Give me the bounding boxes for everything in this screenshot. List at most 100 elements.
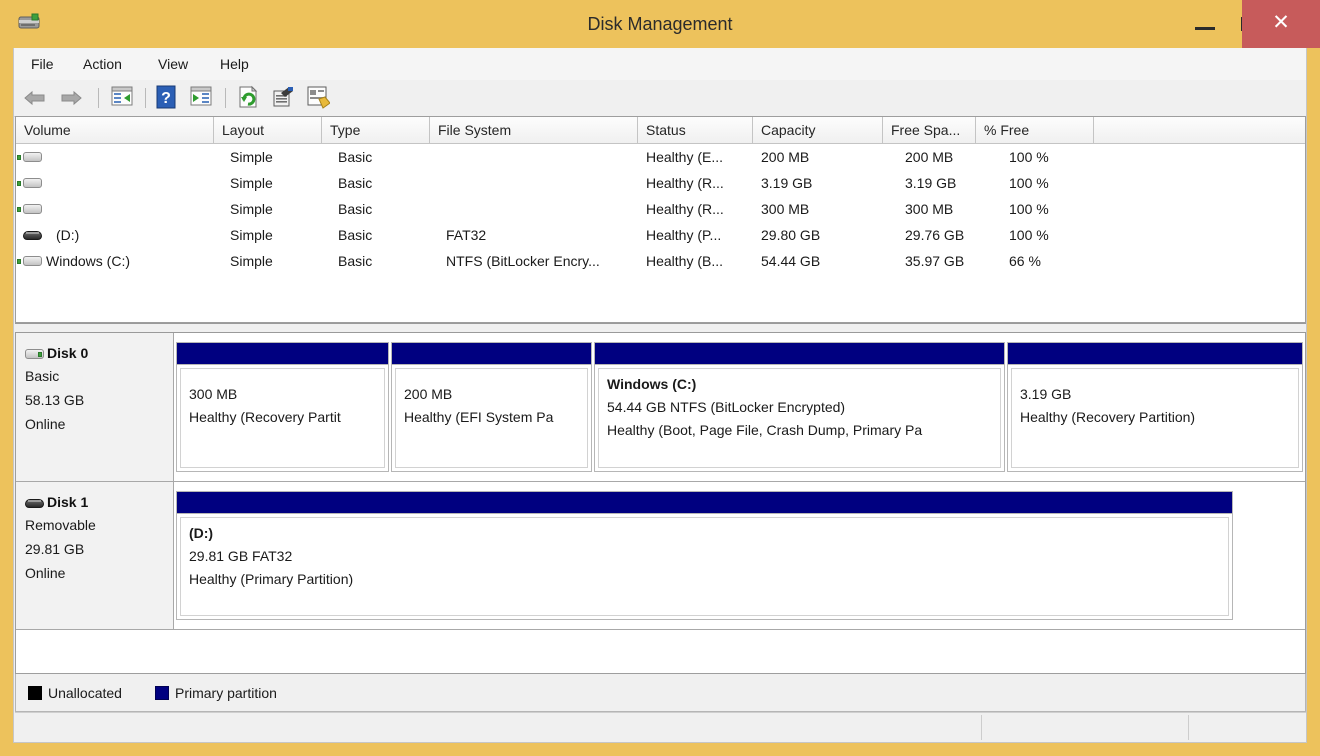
disk-0-row[interactable]: Disk 0 Basic 58.13 GB Online 300 MB Heal… <box>16 333 1305 482</box>
legend-primary-label: Primary partition <box>175 685 277 701</box>
refresh-button[interactable] <box>236 85 264 111</box>
partition-label: Windows (C:) <box>607 376 697 392</box>
partition-recovery-300mb[interactable]: 300 MB Healthy (Recovery Partit <box>176 342 389 472</box>
cell-percent-free: 100 % <box>1009 201 1049 217</box>
hard-disk-volume-icon <box>17 254 42 268</box>
back-button[interactable] <box>21 85 49 111</box>
partition-detail: Windows (C:) 54.44 GB NTFS (BitLocker En… <box>598 368 1001 468</box>
toolbar: ? <box>14 80 1306 117</box>
cell-status: Healthy (R... <box>646 175 724 191</box>
toolbar-separator <box>98 88 99 108</box>
disk-0-size: 58.13 GB <box>25 392 85 408</box>
column-status[interactable]: Status <box>638 117 753 144</box>
cell-percent-free: 100 % <box>1009 227 1049 243</box>
cell-layout: Simple <box>230 201 273 217</box>
disk-0-info[interactable]: Disk 0 Basic 58.13 GB Online <box>16 333 174 481</box>
menu-action[interactable]: Action <box>74 48 131 80</box>
column-percent-free[interactable]: % Free <box>976 117 1094 144</box>
cell-volume <box>48 196 214 222</box>
properties-icon <box>273 87 293 107</box>
partition-recovery-3gb[interactable]: 3.19 GB Healthy (Recovery Partition) <box>1007 342 1303 472</box>
legend-unallocated-swatch <box>28 686 42 700</box>
table-row[interactable]: Simple Basic Healthy (R... 300 MB 300 MB… <box>16 196 1305 222</box>
column-file-system[interactable]: File System <box>430 117 638 144</box>
help-icon: ? <box>156 85 176 109</box>
disk-0-partitions: 300 MB Healthy (Recovery Partit 200 MB H… <box>174 333 1305 481</box>
table-row[interactable]: Windows (C:) Simple Basic NTFS (BitLocke… <box>16 248 1305 274</box>
column-layout[interactable]: Layout <box>214 117 322 144</box>
hard-disk-volume-icon <box>17 202 42 216</box>
table-row[interactable]: Simple Basic Healthy (R... 3.19 GB 3.19 … <box>16 170 1305 196</box>
cell-type: Basic <box>338 201 373 217</box>
show-action-pane-button[interactable] <box>189 85 217 111</box>
back-arrow-icon <box>24 90 45 106</box>
column-filler[interactable] <box>1094 117 1305 144</box>
disk-1-row[interactable]: Disk 1 Removable 29.81 GB Online (D:) 29… <box>16 482 1305 630</box>
client-area: File Action View Help ? Volume Layout Ty… <box>13 48 1307 743</box>
cell-status: Healthy (P... <box>646 227 722 243</box>
cell-percent-free: 66 % <box>1009 253 1041 269</box>
cell-file-system <box>446 144 638 170</box>
disk-1-info[interactable]: Disk 1 Removable 29.81 GB Online <box>16 482 174 629</box>
cell-status: Healthy (B... <box>646 253 724 269</box>
cell-type: Basic <box>338 253 373 269</box>
removable-drive-icon <box>25 495 44 513</box>
partition-windows-c[interactable]: Windows (C:) 54.44 GB NTFS (BitLocker En… <box>594 342 1005 472</box>
minimize-button[interactable] <box>1182 0 1228 48</box>
partition-color-bar <box>1008 343 1302 365</box>
cell-status: Healthy (R... <box>646 201 724 217</box>
column-volume[interactable]: Volume <box>16 117 214 144</box>
cell-capacity: 29.80 GB <box>761 227 821 243</box>
cell-percent-free: 100 % <box>1009 149 1049 165</box>
partition-d-fat32[interactable]: (D:) 29.81 GB FAT32 Healthy (Primary Par… <box>176 491 1233 620</box>
help-button[interactable]: ? <box>155 85 183 111</box>
legend-primary-partition: Primary partition <box>155 683 277 703</box>
pane-splitter[interactable] <box>15 323 1306 333</box>
menu-view[interactable]: View <box>149 48 197 80</box>
partition-efi-200mb[interactable]: 200 MB Healthy (EFI System Pa <box>391 342 592 472</box>
cell-file-system <box>446 196 638 222</box>
cell-percent-free: 100 % <box>1009 175 1049 191</box>
cell-volume <box>48 170 214 196</box>
title-bar: Disk Management ✕ <box>0 0 1320 48</box>
status-segment-2 <box>981 715 1188 740</box>
partition-detail: 3.19 GB Healthy (Recovery Partition) <box>1011 368 1299 468</box>
forward-button[interactable] <box>57 85 85 111</box>
rescan-disks-button[interactable] <box>306 85 334 111</box>
toolbar-separator-2 <box>145 88 146 108</box>
hard-disk-volume-icon <box>17 150 42 164</box>
close-button[interactable]: ✕ <box>1242 0 1320 48</box>
table-row[interactable]: Simple Basic Healthy (E... 200 MB 200 MB… <box>16 144 1305 170</box>
hard-disk-icon <box>25 346 44 364</box>
menu-bar: File Action View Help <box>14 48 1306 81</box>
partition-size: 300 MB <box>189 386 238 402</box>
cell-free-space: 200 MB <box>905 149 954 165</box>
cell-volume <box>48 144 214 170</box>
cell-file-system: FAT32 <box>446 227 487 243</box>
partition-status: Healthy (Boot, Page File, Crash Dump, Pr… <box>607 422 923 438</box>
partition-color-bar <box>392 343 591 365</box>
show-hide-tree-icon <box>111 86 133 106</box>
table-row[interactable]: (D:) Simple Basic FAT32 Healthy (P... 29… <box>16 222 1305 248</box>
removable-drive-icon <box>23 228 42 242</box>
partition-size: 29.81 GB FAT32 <box>189 548 293 564</box>
cell-type: Basic <box>338 149 373 165</box>
menu-help[interactable]: Help <box>211 48 258 80</box>
disk-0-title-line: Disk 0 <box>25 344 173 364</box>
properties-button[interactable] <box>271 85 299 111</box>
cell-capacity: 3.19 GB <box>761 175 813 191</box>
show-hide-tree-button[interactable] <box>110 85 138 111</box>
column-capacity[interactable]: Capacity <box>753 117 883 144</box>
column-free-space[interactable]: Free Spa... <box>883 117 976 144</box>
column-type[interactable]: Type <box>322 117 430 144</box>
volume-list-header: Volume Layout Type File System Status Ca… <box>16 117 1305 144</box>
refresh-icon <box>239 85 258 108</box>
disk-graphical-view[interactable]: Disk 0 Basic 58.13 GB Online 300 MB Heal… <box>15 333 1306 674</box>
cell-capacity: 300 MB <box>761 201 810 217</box>
legend-primary-swatch <box>155 686 169 700</box>
volume-list[interactable]: Volume Layout Type File System Status Ca… <box>15 116 1306 323</box>
disk-0-title: Disk 0 <box>47 345 89 361</box>
rescan-disks-icon <box>307 86 331 109</box>
menu-file[interactable]: File <box>22 48 63 80</box>
partition-detail: 300 MB Healthy (Recovery Partit <box>180 368 385 468</box>
